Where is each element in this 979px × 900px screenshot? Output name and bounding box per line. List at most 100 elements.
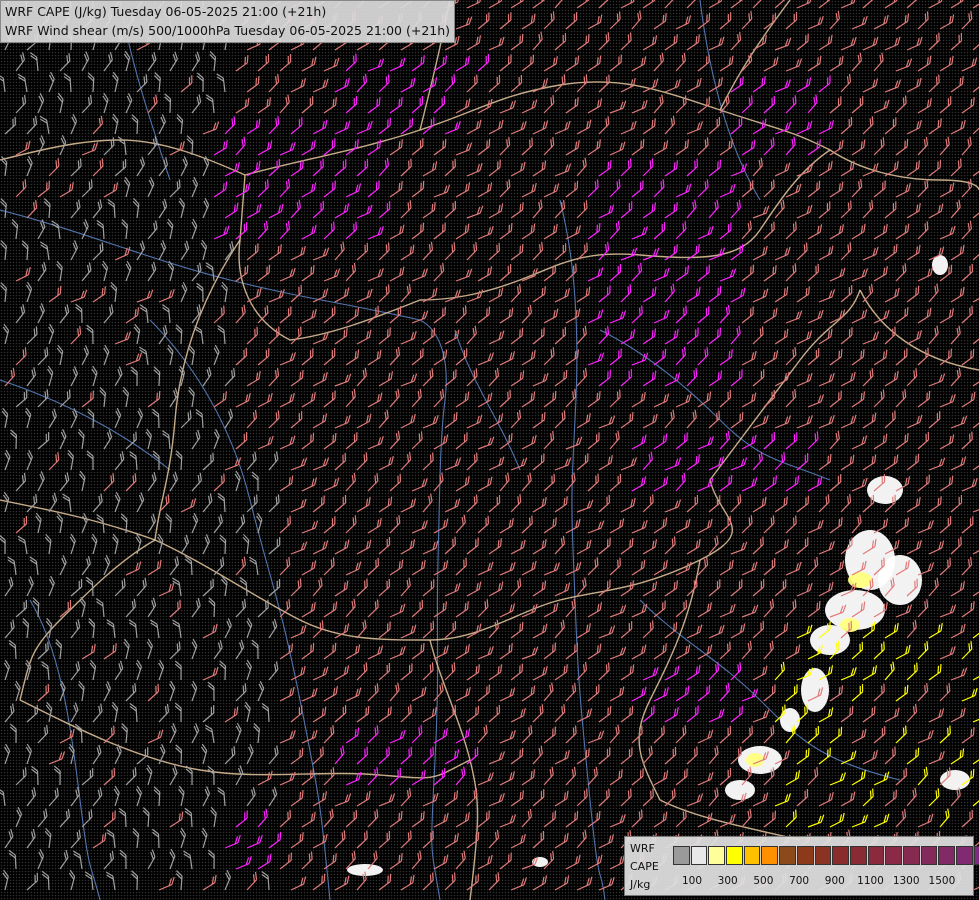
wind-barb	[928, 496, 942, 513]
wind-barb	[121, 723, 128, 744]
wind-barb	[466, 0, 483, 9]
wind-barb	[70, 113, 78, 135]
wind-barb	[741, 515, 753, 534]
wind-barb	[180, 75, 193, 93]
wind-barb	[378, 621, 391, 639]
wind-barb	[378, 793, 396, 807]
wind-barb	[796, 120, 813, 135]
wind-barb	[455, 268, 473, 282]
wind-barb	[96, 219, 105, 240]
wind-barb	[785, 515, 797, 534]
wind-barb	[477, 306, 491, 324]
wind-barb	[895, 348, 908, 366]
wind-barb	[554, 832, 569, 849]
wind-barb	[774, 286, 789, 303]
wind-barb	[235, 556, 247, 576]
wind-barb	[884, 201, 897, 219]
wind-barb	[653, 687, 669, 702]
wind-barb	[334, 203, 350, 219]
wind-barb	[950, 32, 963, 51]
wind-barb	[499, 222, 513, 240]
wind-barb	[906, 0, 919, 9]
wind-barb	[763, 725, 775, 744]
wind-barb	[840, 705, 854, 723]
wind-barb	[785, 770, 801, 786]
wind-barb	[664, 115, 676, 135]
wind-barb	[895, 684, 909, 702]
wind-barb	[752, 792, 769, 807]
wind-barb	[917, 599, 929, 618]
wind-barb	[763, 684, 776, 702]
wind-barb	[576, 708, 593, 723]
wind-barb	[510, 33, 524, 51]
wind-barb	[389, 559, 404, 576]
wind-barb	[147, 471, 157, 492]
wind-barb	[818, 581, 834, 597]
wind-barb	[499, 389, 511, 408]
wind-barb	[312, 200, 325, 219]
wind-barb	[301, 642, 315, 660]
wind-barb	[114, 407, 122, 429]
wind-barb	[532, 0, 546, 9]
wind-barb	[167, 344, 174, 366]
wind-barb	[145, 428, 152, 450]
wind-barb	[0, 155, 8, 177]
wind-barb	[147, 390, 161, 408]
wind-barb	[521, 54, 535, 72]
wind-barb	[829, 812, 845, 828]
wind-barb	[257, 853, 272, 870]
wind-barb	[884, 410, 896, 429]
wind-barb	[697, 225, 714, 240]
wind-barb	[345, 472, 356, 492]
wind-barb	[178, 785, 185, 807]
wind-barb	[785, 310, 803, 324]
wind-barb	[356, 159, 369, 177]
wind-barb	[620, 201, 633, 219]
wind-barb	[664, 202, 678, 219]
wind-barb	[488, 159, 501, 177]
wind-barb	[301, 520, 319, 534]
wind-barb	[169, 765, 178, 786]
wind-barb	[972, 539, 979, 555]
wind-barb	[587, 267, 604, 282]
wind-barb	[224, 618, 232, 639]
wind-barb	[466, 537, 479, 555]
wind-barb	[400, 158, 412, 177]
wind-barb	[752, 496, 767, 513]
wind-barb	[356, 120, 373, 135]
wind-barb	[873, 180, 886, 198]
wind-barb	[169, 811, 184, 828]
wind-barb	[796, 0, 813, 9]
wind-barb	[708, 0, 724, 9]
wind-barb	[25, 743, 32, 765]
wind-barb	[89, 659, 97, 681]
wind-barb	[807, 814, 825, 828]
wind-barb	[609, 518, 625, 534]
wind-barb	[323, 516, 336, 534]
wind-barb	[642, 581, 658, 597]
wind-barb	[62, 493, 72, 513]
wind-barb	[587, 55, 602, 72]
wind-barb	[950, 456, 967, 471]
wind-barb	[928, 664, 942, 681]
wind-barb	[356, 830, 368, 849]
wind-barb	[873, 389, 885, 408]
wind-barb	[146, 638, 153, 660]
wind-barb	[207, 765, 215, 786]
wind-barb	[873, 641, 885, 660]
wind-barb	[763, 558, 776, 576]
wind-barb	[620, 32, 632, 51]
wind-barb	[763, 810, 776, 828]
wind-barb	[378, 662, 391, 681]
wind-barb	[367, 226, 384, 240]
wind-barb	[213, 428, 220, 450]
wind-barb	[829, 139, 844, 156]
wind-barb	[686, 705, 699, 723]
legend-label-unit: J/kg	[630, 878, 651, 891]
wind-barb	[862, 0, 875, 9]
wind-barb	[950, 494, 963, 513]
wind-barb	[598, 494, 611, 513]
wind-barb	[741, 561, 758, 576]
wind-barb	[961, 11, 973, 30]
wind-barb	[55, 639, 63, 660]
